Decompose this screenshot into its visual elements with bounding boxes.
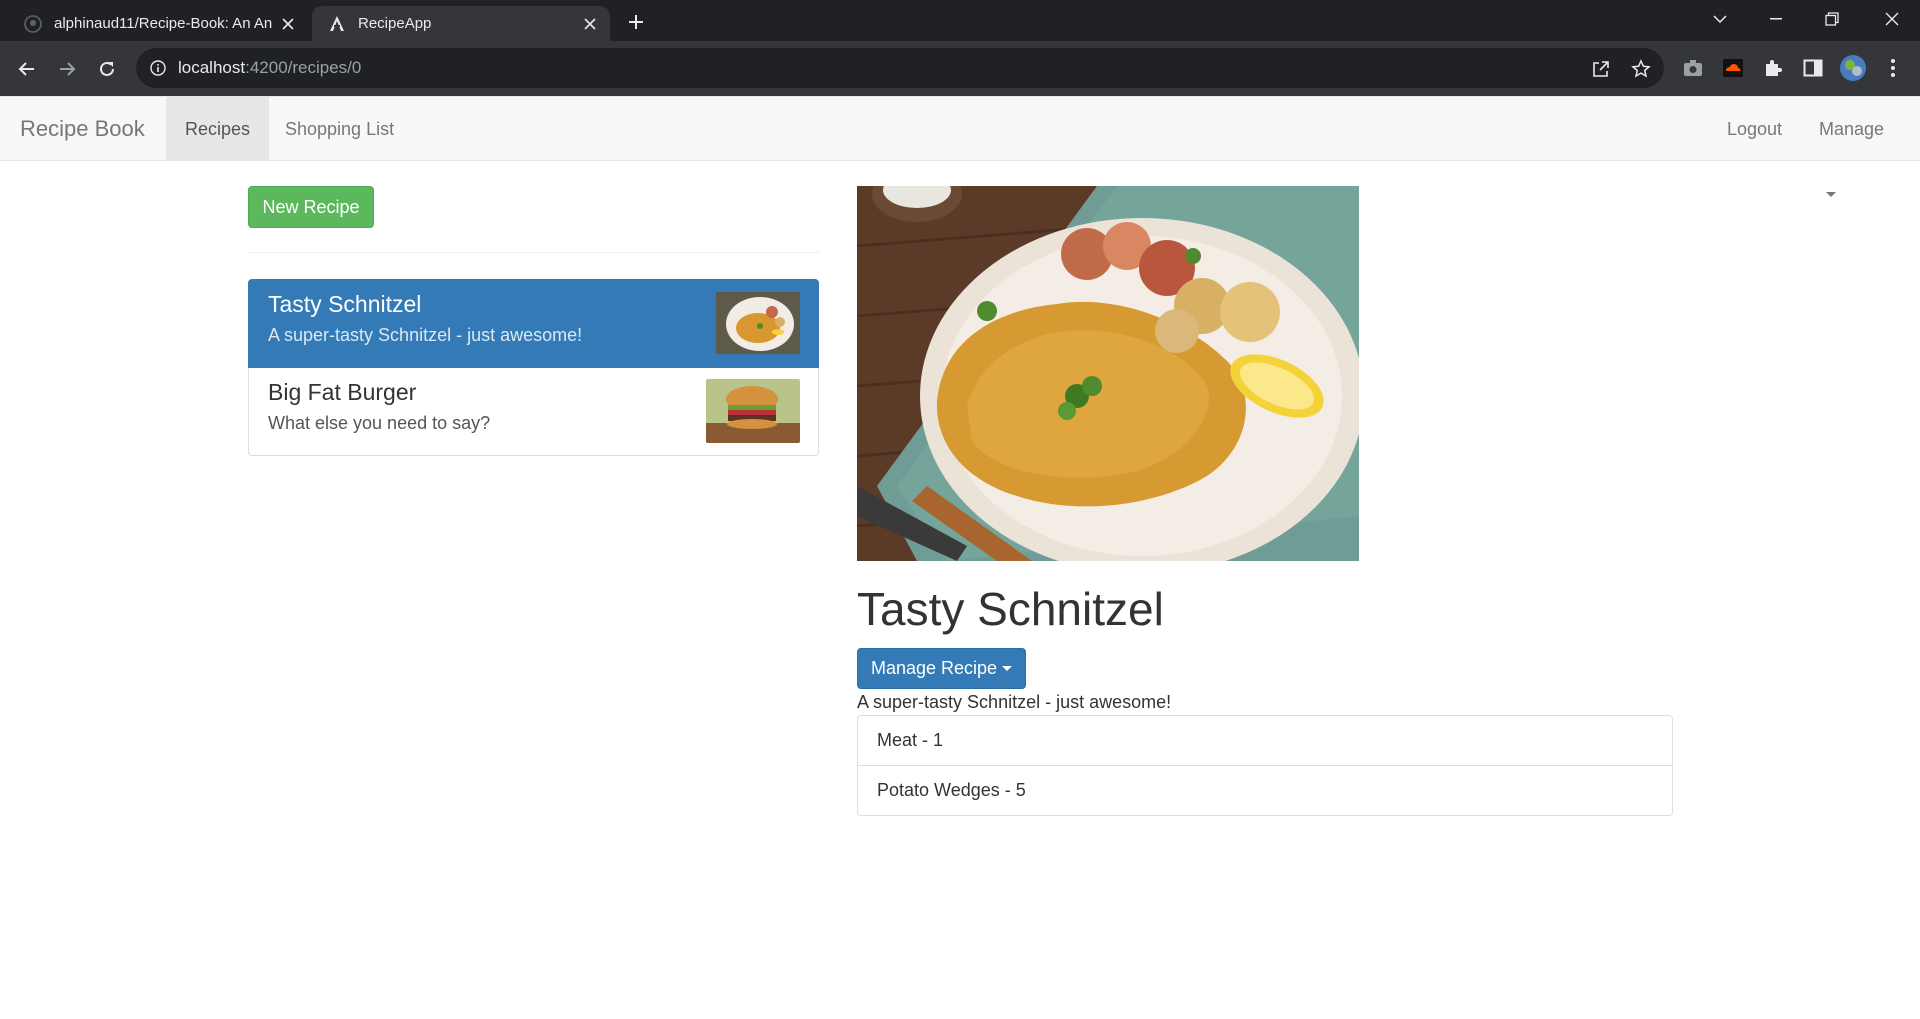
reload-icon: [100, 61, 114, 76]
caret-down-icon: [1826, 191, 1836, 197]
camera-icon[interactable]: [1677, 52, 1709, 84]
arrow-right-icon: [60, 62, 76, 76]
share-icon[interactable]: [1590, 58, 1612, 80]
app-navbar: Recipe Book Recipes Shopping List Logout…: [0, 96, 1920, 197]
recipe-description: A super-tasty Schnitzel - just awesome!: [857, 692, 1172, 712]
forward-button[interactable]: [51, 53, 83, 85]
close-icon[interactable]: [274, 10, 302, 38]
reload-button[interactable]: [91, 53, 123, 85]
star-icon[interactable]: [1630, 58, 1652, 80]
nav-link-shopping-list[interactable]: Shopping List: [266, 97, 413, 161]
back-button[interactable]: [11, 53, 43, 85]
browser-tab-strip: alphinaud11/Recipe-Book: An An RecipeApp: [0, 0, 1920, 41]
browser-tab-label: RecipeApp: [358, 15, 432, 32]
recipe-image: [857, 186, 1359, 561]
side-panel-icon[interactable]: [1797, 52, 1829, 84]
restore-button[interactable]: [1804, 0, 1860, 38]
new-recipe-button[interactable]: New Recipe: [248, 186, 374, 228]
more-vert-icon[interactable]: [1877, 52, 1909, 84]
ingredient-item: Meat - 1: [857, 715, 1673, 766]
close-icon: [1885, 12, 1899, 26]
github-icon: [24, 14, 42, 33]
close-window-button[interactable]: [1864, 0, 1920, 38]
nav-link-recipes[interactable]: Recipes: [166, 97, 270, 161]
ingredient-list: Meat - 1 Potato Wedges - 5: [857, 715, 1673, 816]
info-icon[interactable]: [148, 58, 168, 78]
recipe-list-item[interactable]: Big Fat Burger What else you need to say…: [248, 367, 819, 456]
browser-toolbar: localhost:4200/recipes/0: [0, 41, 1920, 96]
browser-tab-recipeapp[interactable]: RecipeApp: [312, 6, 610, 41]
url-text: localhost:4200/recipes/0: [178, 58, 362, 77]
restore-icon: [1825, 12, 1839, 26]
recipe-list-item[interactable]: Tasty Schnitzel A super-tasty Schnitzel …: [248, 279, 819, 368]
caret-down-icon: [1002, 666, 1013, 671]
manage-recipe-label: Manage Recipe: [870, 658, 998, 678]
recipe-thumbnail: [706, 379, 800, 443]
minimize-icon: [1770, 18, 1782, 20]
nav-link-logout[interactable]: Logout: [1708, 97, 1801, 161]
profile-avatar-icon[interactable]: [1837, 52, 1869, 84]
recipe-description: A super-tasty Schnitzel - just awesome!: [268, 325, 583, 345]
manage-recipe-button[interactable]: Manage Recipe: [857, 648, 1026, 689]
manage-label: Manage: [1819, 119, 1885, 139]
new-tab-button[interactable]: [622, 8, 650, 36]
puzzle-icon[interactable]: [1757, 52, 1789, 84]
recipe-description: What else you need to say?: [268, 413, 491, 433]
divider: [248, 252, 819, 253]
arrow-left-icon: [18, 62, 34, 76]
cloud-extension-icon[interactable]: [1717, 52, 1749, 84]
browser-tab-label: alphinaud11/Recipe-Book: An An: [54, 15, 273, 32]
recipe-name: Big Fat Burger: [268, 379, 417, 405]
address-bar[interactable]: localhost:4200/recipes/0: [136, 48, 1664, 88]
nav-dropdown-manage[interactable]: Manage: [1800, 97, 1920, 197]
browser-tab-github[interactable]: alphinaud11/Recipe-Book: An An: [8, 6, 308, 41]
navbar-brand[interactable]: Recipe Book: [20, 97, 145, 161]
chevron-down-icon: [1713, 15, 1727, 23]
minimize-button[interactable]: [1748, 0, 1804, 38]
recipe-title: Tasty Schnitzel: [857, 583, 1164, 635]
recipe-name: Tasty Schnitzel: [268, 291, 422, 317]
recipe-thumbnail: [716, 292, 800, 354]
tab-search-button[interactable]: [1692, 0, 1748, 38]
recipe-list: Tasty Schnitzel A super-tasty Schnitzel …: [248, 279, 819, 456]
close-icon[interactable]: [576, 10, 604, 38]
ingredient-item: Potato Wedges - 5: [857, 765, 1673, 816]
angular-icon: [328, 15, 346, 33]
plus-icon: [629, 15, 643, 29]
